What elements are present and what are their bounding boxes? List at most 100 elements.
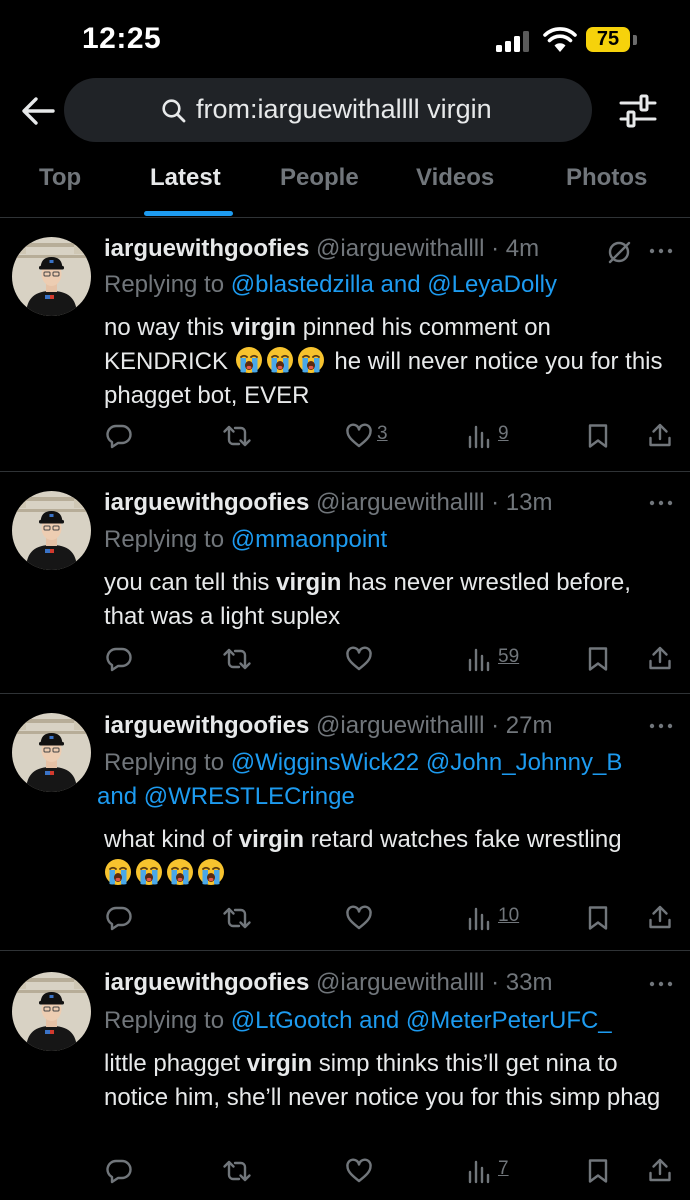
grok-icon[interactable] [606, 239, 632, 265]
tab-people[interactable]: People [280, 164, 359, 192]
sliders-icon[interactable] [618, 92, 658, 130]
mention-link[interactable]: @WigginsWick22 [231, 749, 419, 776]
replying-to: Replying to @WigginsWick22 @John_Johnny_… [97, 746, 674, 814]
avatar[interactable] [12, 972, 91, 1051]
bookmark-icon [586, 1158, 610, 1184]
search-match-highlight: virgin [276, 569, 342, 596]
retweet-button[interactable] [222, 905, 252, 933]
mention-link[interactable]: @MeterPeterUFC_ [406, 1007, 612, 1034]
tweet-header: iarguewithgoofies @iarguewithallll · 33m [104, 969, 552, 997]
tab-photos[interactable]: Photos [566, 164, 647, 192]
author-handle[interactable]: @iarguewithallll [316, 969, 484, 996]
bookmark-button[interactable] [586, 646, 610, 674]
share-button[interactable] [648, 422, 672, 450]
avatar[interactable] [12, 237, 91, 316]
retweet-icon [222, 1158, 252, 1184]
tab-top[interactable]: Top [39, 164, 81, 192]
author-name[interactable]: iarguewithgoofies [104, 969, 309, 996]
reply-button[interactable] [106, 905, 132, 933]
mention-link[interactable]: @LeyaDolly [427, 271, 557, 298]
more-icon[interactable] [648, 980, 674, 988]
share-button[interactable] [648, 645, 672, 673]
views-button[interactable]: 10 [466, 905, 526, 933]
tweet[interactable]: iarguewithgoofies @iarguewithallll · 27m… [0, 695, 690, 951]
tweet-header: iarguewithgoofies @iarguewithallll · 4m [104, 235, 539, 263]
status-bar: 12:25 75 [0, 0, 690, 80]
mention-link[interactable]: @WRESTLECringe [144, 783, 355, 810]
author-handle[interactable]: @iarguewithallll [316, 235, 484, 262]
tweet-time[interactable]: 4m [506, 235, 539, 262]
tweet[interactable]: iarguewithgoofies @iarguewithallll · 33m… [0, 952, 690, 1200]
author-handle[interactable]: @iarguewithallll [316, 489, 484, 516]
more-icon[interactable] [648, 247, 674, 255]
dot-separator: · [484, 712, 506, 739]
bookmark-button[interactable] [586, 905, 610, 933]
like-button[interactable] [345, 905, 373, 933]
and-text: and [352, 1007, 406, 1034]
mention-link[interactable]: @mmaonpoint [231, 526, 387, 553]
author-name[interactable]: iarguewithgoofies [104, 712, 309, 739]
tweet-header: iarguewithgoofies @iarguewithallll · 27m [104, 712, 552, 740]
back-button[interactable] [20, 94, 56, 128]
views-button[interactable]: 9 [466, 423, 516, 451]
battery-level: 75 [586, 27, 630, 52]
and-text: and [97, 783, 144, 810]
author-handle[interactable]: @iarguewithallll [316, 712, 484, 739]
bookmark-button[interactable] [586, 423, 610, 451]
view-count: 7 [498, 1158, 509, 1179]
tab-videos[interactable]: Videos [416, 164, 494, 192]
tweet-time[interactable]: 13m [506, 489, 553, 516]
tweet-time[interactable]: 33m [506, 969, 553, 996]
avatar[interactable] [12, 713, 91, 792]
retweet-button[interactable] [222, 1158, 252, 1186]
views-icon [466, 1158, 492, 1184]
share-button[interactable] [648, 1157, 672, 1185]
retweet-button[interactable] [222, 646, 252, 674]
share-icon [648, 904, 672, 930]
mention-link[interactable]: @LtGootch [231, 1007, 353, 1034]
retweet-button[interactable] [222, 423, 252, 451]
replying-to: Replying to @mmaonpoint [104, 523, 674, 557]
tweet-text: you can tell this virgin has never wrest… [104, 566, 674, 634]
like-button[interactable] [345, 1158, 373, 1186]
mention-link[interactable]: @John_Johnny_B [426, 749, 623, 776]
views-icon [466, 423, 492, 449]
views-button[interactable]: 7 [466, 1158, 516, 1186]
reply-button[interactable] [106, 1158, 132, 1186]
bookmark-button[interactable] [586, 1158, 610, 1186]
dot-separator: · [484, 969, 506, 996]
replying-to-label: Replying to [104, 526, 231, 553]
tab-latest[interactable]: Latest [150, 164, 221, 192]
like-button[interactable] [345, 646, 373, 674]
more-icon[interactable] [648, 722, 674, 730]
tweet-text-part: little phagget [104, 1050, 247, 1077]
loudly-crying-face-emoji [197, 858, 225, 886]
cellular-signal-icon [496, 30, 532, 52]
tweet-text: little phagget virgin simp thinks this’l… [104, 1047, 674, 1115]
heart-icon [345, 1158, 373, 1184]
bookmark-icon [586, 646, 610, 672]
tweet[interactable]: iarguewithgoofies @iarguewithallll · 13m… [0, 473, 690, 694]
reply-button[interactable] [106, 646, 132, 674]
mention-link[interactable]: @blastedzilla [231, 271, 374, 298]
more-icon[interactable] [648, 499, 674, 507]
heart-icon [345, 646, 373, 672]
tweet-text: what kind of virgin retard watches fake … [104, 823, 674, 891]
views-button[interactable]: 59 [466, 646, 526, 674]
wifi-icon [543, 27, 577, 52]
views-icon [466, 905, 492, 931]
search-input[interactable]: from:iarguewithallll virgin [64, 78, 592, 142]
avatar[interactable] [12, 491, 91, 570]
tweet-time[interactable]: 27m [506, 712, 553, 739]
tweet[interactable]: iarguewithgoofies @iarguewithallll · 4m … [0, 219, 690, 472]
author-name[interactable]: iarguewithgoofies [104, 235, 309, 262]
like-count: 3 [377, 423, 388, 444]
replying-to-label: Replying to [104, 1007, 231, 1034]
loudly-crying-face-emoji [266, 346, 294, 374]
active-tab-indicator [144, 211, 233, 216]
share-button[interactable] [648, 904, 672, 932]
like-button[interactable]: 3 [345, 423, 395, 451]
reply-button[interactable] [106, 423, 132, 451]
view-count: 10 [498, 905, 520, 926]
author-name[interactable]: iarguewithgoofies [104, 489, 309, 516]
